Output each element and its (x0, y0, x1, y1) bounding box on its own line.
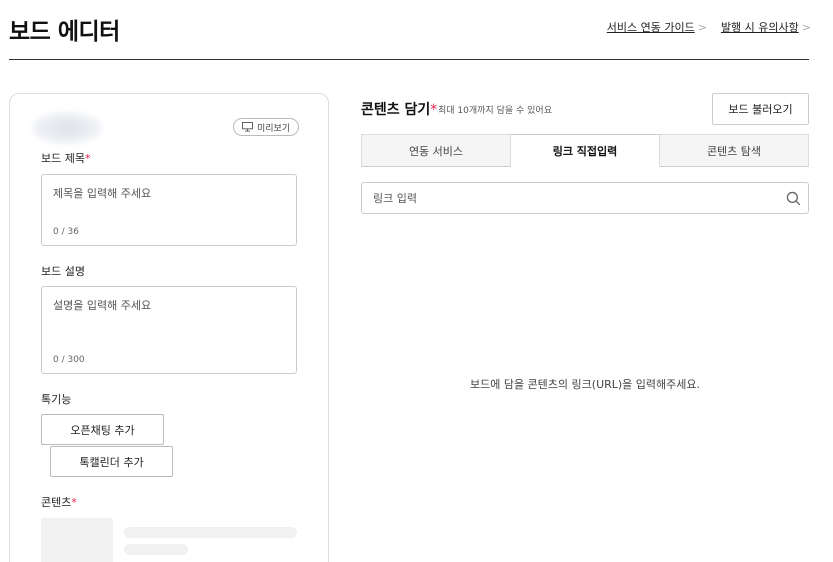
chevron-right-icon: > (801, 21, 811, 34)
header-divider (9, 59, 809, 60)
contents-limit-hint: 최대 10개까지 담을 수 있어요 (438, 106, 552, 116)
contents-label-text: 콘텐츠 (41, 496, 72, 509)
load-board-button[interactable]: 보드 불러오기 (712, 93, 809, 125)
board-form-panel: 미리보기 보드 제목* 제목을 입력해 주세요 0 / 36 보드 설명 설명을… (9, 93, 329, 562)
board-title-input[interactable]: 제목을 입력해 주세요 0 / 36 (41, 174, 297, 246)
link-input-box (361, 182, 809, 214)
required-mark: * (430, 102, 438, 118)
page-header: 보드 에디터 서비스 연동 가이드 > 발행 시 유의사항 > (0, 0, 833, 60)
board-title-label-text: 보드 제목 (41, 152, 85, 165)
chevron-right-icon: > (697, 21, 707, 34)
tab-content-explore[interactable]: 콘텐츠 탐색 (660, 134, 809, 167)
page-title: 보드 에디터 (9, 19, 120, 45)
preview-button[interactable]: 미리보기 (233, 118, 300, 136)
board-title-placeholder: 제목을 입력해 주세요 (53, 187, 152, 200)
contents-label: 콘텐츠* (41, 494, 77, 510)
tab-linked-service[interactable]: 연동 서비스 (361, 134, 511, 167)
content-skeleton-thumbnail (41, 518, 113, 562)
link-input[interactable] (362, 183, 772, 213)
required-mark: * (84, 152, 91, 165)
header-links: 서비스 연동 가이드 > 발행 시 유의사항 > (607, 19, 811, 35)
content-skeleton-line (124, 527, 297, 538)
contents-source-tabs: 연동 서비스 링크 직접입력 콘텐츠 탐색 (361, 134, 809, 167)
monitor-icon (242, 122, 253, 132)
empty-state-message: 보드에 담을 콘텐츠의 링크(URL)을 입력해주세요. (469, 378, 701, 391)
service-guide-label: 서비스 연동 가이드 (606, 21, 695, 34)
board-title-count: 0 / 36 (53, 227, 79, 237)
publish-notice-label: 발행 시 유의사항 (720, 21, 799, 34)
contents-add-title: 콘텐츠 담기* (361, 99, 437, 119)
search-icon[interactable] (786, 191, 801, 206)
board-title-label: 보드 제목* (41, 150, 90, 166)
contents-add-title-text: 콘텐츠 담기 (361, 102, 431, 118)
avatar (32, 112, 102, 144)
service-guide-link[interactable]: 서비스 연동 가이드 > (607, 19, 707, 35)
talk-features-label: 톡기능 (41, 393, 72, 406)
add-open-chat-button[interactable]: 오픈채팅 추가 (41, 414, 164, 445)
board-desc-placeholder: 설명을 입력해 주세요 (53, 299, 152, 312)
add-talk-calendar-button[interactable]: 톡캘린더 추가 (50, 446, 173, 477)
board-desc-input[interactable]: 설명을 입력해 주세요 0 / 300 (41, 286, 297, 374)
board-desc-label: 보드 설명 (41, 265, 85, 278)
preview-label: 미리보기 (257, 123, 291, 134)
required-mark: * (71, 496, 77, 509)
board-desc-count: 0 / 300 (53, 355, 85, 365)
content-skeleton-line (124, 544, 188, 555)
tab-direct-link[interactable]: 링크 직접입력 (511, 134, 660, 167)
publish-notice-link[interactable]: 발행 시 유의사항 > (721, 19, 811, 35)
